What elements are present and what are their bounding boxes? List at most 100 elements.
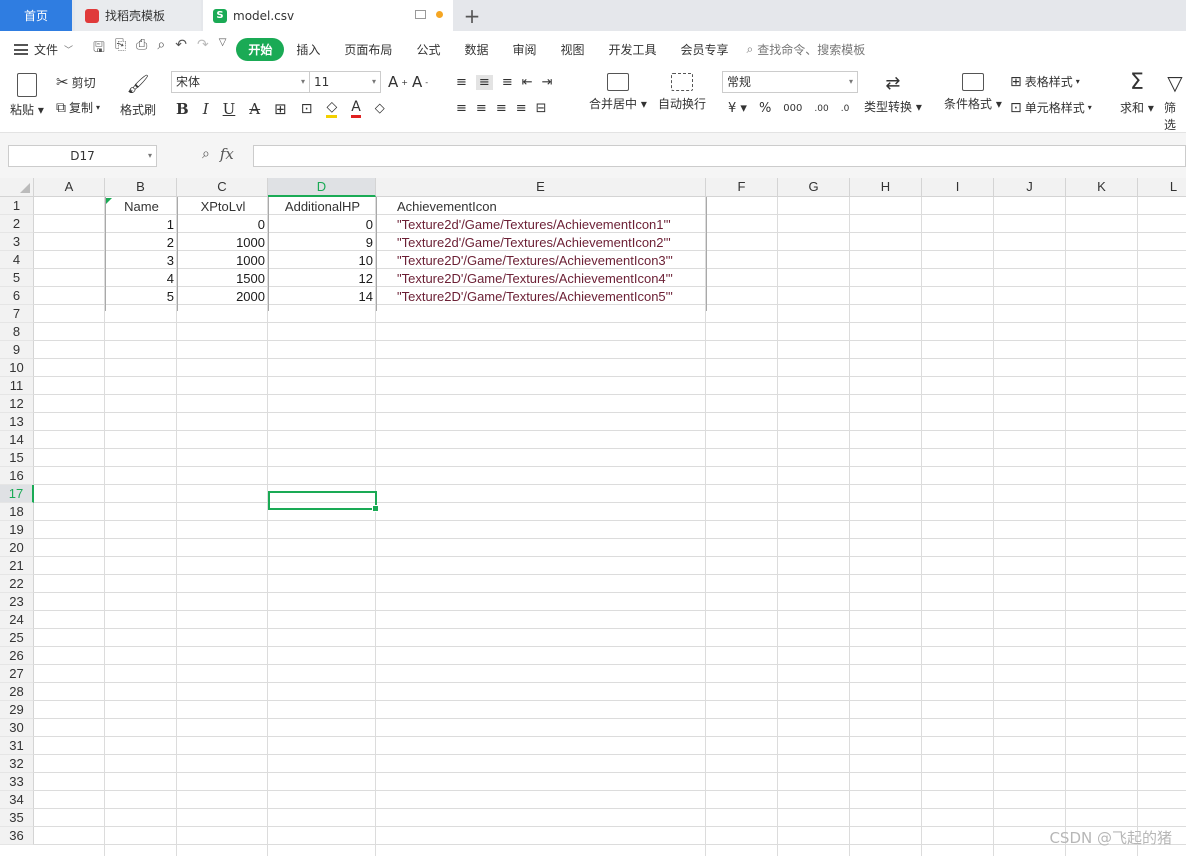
row-header-12[interactable]: 12 — [0, 395, 34, 413]
menu-page-layout[interactable]: 页面布局 — [332, 41, 404, 58]
table-cell[interactable]: 2 — [106, 234, 177, 252]
menu-member[interactable]: 会员专享 — [669, 41, 741, 58]
row-header-5[interactable]: 5 — [0, 269, 34, 287]
row-header-26[interactable]: 26 — [0, 647, 34, 665]
row-header-20[interactable]: 20 — [0, 539, 34, 557]
menu-formulas[interactable]: 公式 — [404, 41, 452, 58]
row-header-6[interactable]: 6 — [0, 287, 34, 305]
column-header-k[interactable]: K — [1066, 178, 1138, 197]
row-header-34[interactable]: 34 — [0, 791, 34, 809]
header-cell[interactable]: XPtoLvl — [178, 198, 268, 216]
justify-icon[interactable]: ≡ — [516, 101, 527, 116]
row-header-3[interactable]: 3 — [0, 233, 34, 251]
row-header-7[interactable]: 7 — [0, 305, 34, 323]
table-cell[interactable]: 1500 — [178, 270, 268, 288]
row-header-8[interactable]: 8 — [0, 323, 34, 341]
eraser-icon[interactable]: ◇ — [375, 101, 385, 116]
row-header-14[interactable]: 14 — [0, 431, 34, 449]
tab-model-csv[interactable]: S model.csv — [203, 0, 453, 31]
column-header-d[interactable]: D — [268, 178, 376, 197]
conditional-format-button[interactable]: 条件格式 ▾ — [944, 73, 1002, 112]
column-header-a[interactable]: A — [34, 178, 105, 197]
menu-view[interactable]: 视图 — [548, 41, 596, 58]
decrease-decimal-icon[interactable]: .0 — [841, 104, 850, 114]
row-header-35[interactable]: 35 — [0, 809, 34, 827]
formula-input[interactable] — [253, 145, 1186, 167]
print-preview-icon[interactable]: ⌕ — [157, 37, 165, 61]
row-header-18[interactable]: 18 — [0, 503, 34, 521]
row-header-13[interactable]: 13 — [0, 413, 34, 431]
row-header-1[interactable]: 1 — [0, 197, 34, 215]
row-header-30[interactable]: 30 — [0, 719, 34, 737]
merge-center-button[interactable]: 合并居中 ▾ — [589, 73, 647, 112]
font-name-select[interactable]: 宋体 ▾ — [171, 71, 310, 93]
tab-home[interactable]: 首页 — [0, 0, 72, 31]
spreadsheet-grid[interactable]: ABCDEFGHIJKL 1 2 3 4 5 6 7 8 9 10 11 12 13 14 15 16 17 18… — [0, 178, 1186, 856]
format-painter-button[interactable]: 🖌 格式刷 — [120, 73, 156, 118]
more-icon[interactable]: ▽ — [219, 37, 227, 61]
column-header-h[interactable]: H — [850, 178, 922, 197]
align-top-icon[interactable]: ≡ — [456, 75, 467, 90]
align-left-icon[interactable]: ≡ — [456, 101, 467, 116]
row-header-22[interactable]: 22 — [0, 575, 34, 593]
function-icon[interactable]: fx — [220, 145, 234, 163]
align-right-icon[interactable]: ≡ — [496, 101, 507, 116]
print-icon[interactable]: ⎙ — [136, 37, 147, 61]
monitor-icon[interactable] — [415, 10, 426, 19]
row-header-28[interactable]: 28 — [0, 683, 34, 701]
table-cell[interactable]: "Texture2D'/Game/Textures/AchievementIco… — [377, 270, 706, 288]
header-cell[interactable]: Name — [106, 198, 177, 216]
table-cell[interactable]: 1 — [106, 216, 177, 234]
row-header-21[interactable]: 21 — [0, 557, 34, 575]
column-header-g[interactable]: G — [778, 178, 850, 197]
decrease-font-button[interactable]: A- — [412, 73, 428, 91]
file-menu[interactable]: 文件 ﹀ — [14, 41, 73, 58]
row-header-19[interactable]: 19 — [0, 521, 34, 539]
table-cell[interactable]: "Texture2D'/Game/Textures/AchievementIco… — [377, 288, 706, 306]
font-color-icon[interactable]: A — [351, 99, 361, 118]
table-cell[interactable]: 1000 — [178, 252, 268, 270]
row-header-31[interactable]: 31 — [0, 737, 34, 755]
table-cell[interactable]: 4 — [106, 270, 177, 288]
new-tab-button[interactable]: + — [462, 0, 482, 31]
row-header-15[interactable]: 15 — [0, 449, 34, 467]
table-cell[interactable]: 3 — [106, 252, 177, 270]
row-header-29[interactable]: 29 — [0, 701, 34, 719]
row-header-17[interactable]: 17 — [0, 485, 34, 503]
table-cell[interactable]: 5 — [106, 288, 177, 306]
column-header-j[interactable]: J — [994, 178, 1066, 197]
bold-icon[interactable]: B — [176, 100, 189, 118]
select-all-button[interactable] — [0, 178, 34, 197]
command-search[interactable]: ⌕ 查找命令、搜索模板 — [747, 41, 866, 58]
currency-icon[interactable]: ¥ ▾ — [728, 101, 747, 116]
table-cell[interactable]: "Texture2d'/Game/Textures/AchievementIco… — [377, 216, 706, 234]
undo-icon[interactable]: ↶ — [175, 37, 187, 61]
header-cell[interactable]: AchievementIcon — [377, 198, 706, 216]
table-cell[interactable]: 10 — [269, 252, 376, 270]
table-cell[interactable]: 14 — [269, 288, 376, 306]
increase-indent-icon[interactable]: ⇥ — [542, 75, 553, 90]
table-cell[interactable]: 0 — [178, 216, 268, 234]
row-header-23[interactable]: 23 — [0, 593, 34, 611]
cell-style-button[interactable]: ⊡ 单元格样式 ▾ — [1010, 99, 1092, 116]
thousands-icon[interactable]: 000 — [783, 103, 802, 114]
zoom-icon[interactable]: ⌕ — [202, 146, 210, 162]
number-format-select[interactable]: 常规 ▾ — [722, 71, 858, 93]
font-size-select[interactable]: 11 ▾ — [309, 71, 381, 93]
table-cell[interactable]: 12 — [269, 270, 376, 288]
fill-color-icon[interactable]: ◇ — [326, 99, 338, 118]
menu-data[interactable]: 数据 — [452, 41, 500, 58]
menu-insert[interactable]: 插入 — [284, 41, 332, 58]
row-header-33[interactable]: 33 — [0, 773, 34, 791]
column-header-l[interactable]: L — [1138, 178, 1186, 197]
underline-icon[interactable]: U — [223, 100, 236, 118]
menu-review[interactable]: 审阅 — [500, 41, 548, 58]
wrap-text-button[interactable]: 自动换行 — [658, 73, 706, 112]
percent-icon[interactable]: % — [759, 101, 771, 116]
table-cell[interactable]: 9 — [269, 234, 376, 252]
cell-border-style-icon[interactable]: ⊡ — [301, 101, 313, 117]
row-header-32[interactable]: 32 — [0, 755, 34, 773]
column-header-b[interactable]: B — [105, 178, 177, 197]
tab-templates[interactable]: 找稻壳模板 — [75, 0, 201, 31]
sum-button[interactable]: Σ 求和 ▾ — [1120, 71, 1154, 116]
